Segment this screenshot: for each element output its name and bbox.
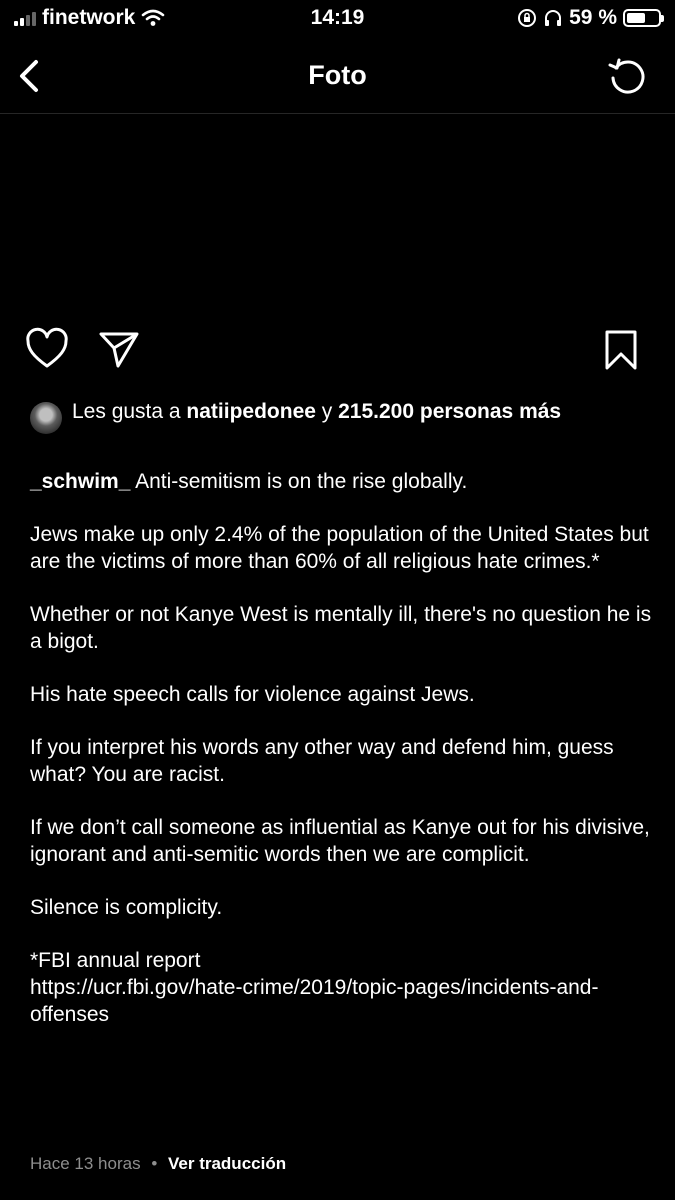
heart-icon[interactable] bbox=[25, 326, 69, 374]
page-title: Foto bbox=[308, 60, 367, 90]
likes-text[interactable]: Les gusta a natiipedonee y 215.200 perso… bbox=[72, 398, 650, 426]
caption-paragraph: His hate speech calls for violence again… bbox=[30, 683, 475, 706]
bookmark-icon[interactable] bbox=[599, 326, 643, 374]
likes-connector: y bbox=[315, 400, 339, 423]
caption-paragraph: Silence is complicity. bbox=[30, 896, 223, 919]
caption-first-line: Anti-semitism is on the rise globally. bbox=[130, 470, 468, 493]
headphones-icon bbox=[545, 10, 562, 26]
translate-link[interactable]: Ver traducción bbox=[168, 1154, 286, 1173]
photo-area[interactable] bbox=[0, 115, 675, 320]
wifi-icon bbox=[142, 9, 165, 26]
caption-paragraph: If we don’t call someone as influential … bbox=[30, 816, 650, 866]
status-right: 59 % bbox=[517, 6, 664, 30]
battery-fill bbox=[627, 13, 645, 23]
refresh-icon[interactable] bbox=[607, 56, 647, 96]
footnote-link[interactable]: https://ucr.fbi.gov/hate-crime/2019/topi… bbox=[30, 976, 598, 1026]
post-footer: Hace 13 horas • Ver traducción bbox=[30, 1154, 286, 1174]
status-left: finetwork bbox=[14, 6, 165, 30]
caption-paragraph: If you interpret his words any other way… bbox=[30, 736, 614, 786]
likes-prefix: Les gusta a bbox=[72, 400, 187, 423]
battery-percent: 59 % bbox=[569, 6, 617, 29]
signal-bars-icon bbox=[14, 10, 36, 26]
separator-dot: • bbox=[151, 1154, 158, 1173]
carrier-name: finetwork bbox=[42, 6, 136, 29]
nav-bar: Foto bbox=[0, 38, 675, 114]
post-caption: _schwim_ Anti-semitism is on the rise gl… bbox=[30, 468, 655, 1028]
status-bar: finetwork 14:19 59 % bbox=[0, 0, 675, 38]
footnote: *FBI annual report https://ucr.fbi.gov/h… bbox=[30, 947, 655, 1028]
likes-count[interactable]: 215.200 personas bbox=[338, 400, 513, 423]
timestamp: Hace 13 horas bbox=[30, 1154, 141, 1173]
liker-username[interactable]: natiipedonee bbox=[186, 400, 316, 423]
paper-plane-icon[interactable] bbox=[98, 326, 142, 374]
likes-summary: Les gusta a natiipedonee y 215.200 perso… bbox=[30, 398, 650, 434]
caption-paragraph: Whether or not Kanye West is mentally il… bbox=[30, 603, 652, 653]
battery-icon bbox=[623, 9, 664, 27]
orientation-lock-icon bbox=[518, 9, 537, 27]
caption-first-paragraph: _schwim_ Anti-semitism is on the rise gl… bbox=[30, 468, 655, 495]
avatar[interactable] bbox=[30, 402, 62, 434]
likes-suffix[interactable]: más bbox=[513, 400, 561, 423]
author-username[interactable]: _schwim_ bbox=[30, 470, 130, 493]
action-bar bbox=[0, 326, 675, 376]
caption-paragraph: Jews make up only 2.4% of the population… bbox=[30, 523, 649, 573]
footnote-label: *FBI annual report bbox=[30, 949, 201, 972]
